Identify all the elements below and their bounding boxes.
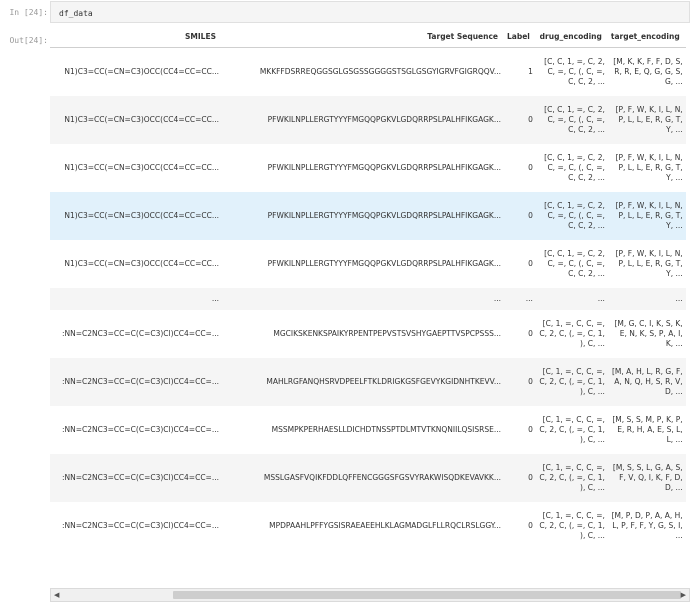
cell-label: 0 bbox=[528, 163, 533, 172]
cell-target-encoding: [P, F, W, K, I, L, N, P, L, L, E, R, G, … bbox=[615, 248, 683, 278]
cell-smiles: :NN=C2NC3=CC=C(C=C3)Cl)CC4=CC=... bbox=[61, 521, 219, 530]
column-header-drug-encoding: drug_encoding bbox=[535, 28, 608, 48]
cell-smiles: :NN=C2NC3=CC=C(C=C3)Cl)CC4=CC=... bbox=[61, 425, 219, 434]
cell-label: 0 bbox=[528, 425, 533, 434]
table-row: N1)C3=CC(=CN=C3)OCC(CC4=CC=CC... MKKFFDS… bbox=[50, 48, 686, 96]
cell-target-encoding: [P, F, W, K, I, L, N, P, L, L, E, R, G, … bbox=[607, 95, 686, 144]
dataframe-output: SMILES Target Sequence Label drug_encodi… bbox=[50, 28, 698, 605]
cell-label: 0 bbox=[504, 453, 536, 502]
column-header-target-sequence: Target Sequence bbox=[222, 28, 504, 48]
input-prompt: In [24]: bbox=[9, 8, 48, 17]
cell-label: 0 bbox=[504, 191, 536, 240]
cell-target-sequence: PFWKILNPLLERGTYYYFMGQQPGKVLGDQRRPSLPALHF… bbox=[222, 191, 504, 240]
cell-label: 1 bbox=[528, 67, 533, 77]
cell-label: 0 bbox=[528, 259, 533, 268]
cell-label: 0 bbox=[504, 357, 536, 406]
table-row: N1)C3=CC(=CN=C3)OCC(CC4=CC=CC... PFWKILN… bbox=[50, 144, 686, 192]
cell-drug-encoding: [C, 1, =, C, C, =, C, 2, C, (, =, C, 1, … bbox=[539, 510, 605, 540]
cell-target-sequence: MPDPAAHLPFFYGSISRAEAEEHLKLAGMADGLFLLRQCL… bbox=[269, 521, 501, 530]
ellipsis-row: ... ... ... ... ... bbox=[50, 287, 686, 310]
cell-drug-encoding: [C, C, 1, =, C, 2, C, =, C, (, C, =, C, … bbox=[544, 56, 605, 86]
cell-target-sequence: MSSLGASFVQIKFDDLQFFENCGGGSFGSVYRAKWISQDK… bbox=[222, 453, 504, 502]
dataframe-table: SMILES Target Sequence Label drug_encodi… bbox=[50, 28, 686, 550]
cell-label: 0 bbox=[528, 329, 533, 338]
cell-drug-encoding: [C, C, 1, =, C, 2, C, =, C, (, C, =, C, … bbox=[544, 248, 605, 278]
cell-smiles: :NN=C2NC3=CC=C(C=C3)Cl)CC4=CC=... bbox=[50, 357, 222, 406]
cell-drug-encoding: [C, C, 1, =, C, 2, C, =, C, (, C, =, C, … bbox=[544, 152, 605, 182]
cell-smiles: N1)C3=CC(=CN=C3)OCC(CC4=CC=CC... bbox=[64, 259, 219, 268]
cell-label: 0 bbox=[504, 95, 536, 144]
horizontal-scrollbar[interactable]: ◀ ▶ bbox=[50, 588, 690, 602]
cell-smiles: :NN=C2NC3=CC=C(C=C3)Cl)CC4=CC=... bbox=[50, 453, 222, 502]
cell-target-sequence: MKKFFDSRREQGGSGLGSGSSGGGGSTSGLGSGYIGRVFG… bbox=[259, 67, 501, 77]
cell-target-encoding: [M, A, H, L, R, G, F, A, N, Q, H, S, R, … bbox=[607, 357, 686, 406]
table-row: :NN=C2NC3=CC=C(C=C3)Cl)CC4=CC=... MAHLRG… bbox=[50, 357, 686, 406]
cell-ellipsis: ... bbox=[535, 287, 608, 310]
table-row: :NN=C2NC3=CC=C(C=C3)Cl)CC4=CC=... MSSLGA… bbox=[50, 453, 686, 502]
scroll-left-arrow-icon[interactable]: ◀ bbox=[54, 591, 59, 599]
column-header-label: Label bbox=[504, 28, 536, 48]
scrollbar-thumb[interactable] bbox=[173, 591, 681, 599]
cell-target-sequence: MSSMPKPERHAESLLDICHDTNSSPTDLMTVTKNQNIILQ… bbox=[271, 425, 501, 434]
cell-target-encoding: [P, F, W, K, I, L, N, P, L, L, E, R, G, … bbox=[607, 191, 686, 240]
cell-ellipsis: ... bbox=[50, 287, 222, 310]
cell-ellipsis: ... bbox=[222, 287, 504, 310]
cell-drug-encoding: [C, C, 1, =, C, 2, C, =, C, (, C, =, C, … bbox=[535, 191, 608, 240]
table-row: :NN=C2NC3=CC=C(C=C3)Cl)CC4=CC=... MGCIKS… bbox=[50, 310, 686, 358]
cell-target-encoding: [M, G, C, I, K, S, K, E, N, K, S, P, A, … bbox=[614, 318, 683, 348]
cell-drug-encoding: [C, 1, =, C, C, =, C, 2, C, (, =, C, 1, … bbox=[535, 357, 608, 406]
cell-drug-encoding: [C, 1, =, C, C, =, C, 2, C, (, =, C, 1, … bbox=[539, 318, 605, 348]
cell-label: 0 bbox=[528, 521, 533, 530]
cell-ellipsis: ... bbox=[504, 287, 536, 310]
cell-target-sequence: PFWKILNPLLERGTYYYFMGQQPGKVLGDQRRPSLPALHF… bbox=[267, 259, 501, 268]
cell-target-encoding: [M, S, S, L, G, A, S, F, V, Q, I, K, F, … bbox=[607, 453, 686, 502]
table-row: :NN=C2NC3=CC=C(C=C3)Cl)CC4=CC=... MPDPAA… bbox=[50, 502, 686, 550]
cell-target-encoding: [P, F, W, K, I, L, N, P, L, L, E, R, G, … bbox=[615, 152, 683, 182]
cell-smiles: N1)C3=CC(=CN=C3)OCC(CC4=CC=CC... bbox=[50, 191, 222, 240]
cell-smiles: :NN=C2NC3=CC=C(C=C3)Cl)CC4=CC=... bbox=[61, 329, 219, 338]
table-row-hovered: N1)C3=CC(=CN=C3)OCC(CC4=CC=CC... PFWKILN… bbox=[50, 191, 686, 240]
column-header-smiles: SMILES bbox=[50, 28, 222, 48]
table-row: N1)C3=CC(=CN=C3)OCC(CC4=CC=CC... PFWKILN… bbox=[50, 95, 686, 144]
cell-smiles: N1)C3=CC(=CN=C3)OCC(CC4=CC=CC... bbox=[50, 95, 222, 144]
cell-target-sequence: PFWKILNPLLERGTYYYFMGQQPGKVLGDQRRPSLPALHF… bbox=[222, 95, 504, 144]
cell-target-sequence: MGCIKSKENKSPAIKYRPENTPEPVSTSVSHYGAEPTTVS… bbox=[273, 329, 501, 338]
header-row: SMILES Target Sequence Label drug_encodi… bbox=[50, 28, 686, 48]
table-row: N1)C3=CC(=CN=C3)OCC(CC4=CC=CC... PFWKILN… bbox=[50, 240, 686, 288]
cell-smiles: N1)C3=CC(=CN=C3)OCC(CC4=CC=CC... bbox=[64, 67, 219, 77]
cell-target-sequence: MAHLRGFANQHSRVDPEELFTKLDRIGKGSFGEVYKGIDN… bbox=[222, 357, 504, 406]
cell-ellipsis: ... bbox=[607, 287, 686, 310]
table-row: :NN=C2NC3=CC=C(C=C3)Cl)CC4=CC=... MSSMPK… bbox=[50, 406, 686, 454]
cell-drug-encoding: [C, 1, =, C, C, =, C, 2, C, (, =, C, 1, … bbox=[535, 453, 608, 502]
column-header-target-encoding: target_encoding bbox=[607, 28, 686, 48]
cell-target-encoding: [M, P, D, P, A, A, H, L, P, F, F, Y, G, … bbox=[611, 510, 683, 540]
cell-target-encoding: [M, S, S, M, P, K, P, E, R, H, A, E, S, … bbox=[612, 414, 683, 444]
output-prompt: Out[24]: bbox=[9, 36, 48, 45]
cell-drug-encoding: [C, C, 1, =, C, 2, C, =, C, (, C, =, C, … bbox=[535, 95, 608, 144]
cell-smiles: N1)C3=CC(=CN=C3)OCC(CC4=CC=CC... bbox=[64, 163, 219, 172]
code-input[interactable]: df_data bbox=[50, 1, 690, 23]
cell-target-encoding: [M, K, K, F, F, D, S, R, R, E, Q, G, G, … bbox=[613, 56, 683, 86]
scroll-right-arrow-icon[interactable]: ▶ bbox=[681, 591, 686, 599]
cell-drug-encoding: [C, 1, =, C, C, =, C, 2, C, (, =, C, 1, … bbox=[539, 414, 605, 444]
cell-target-sequence: PFWKILNPLLERGTYYYFMGQQPGKVLGDQRRPSLPALHF… bbox=[267, 163, 501, 172]
